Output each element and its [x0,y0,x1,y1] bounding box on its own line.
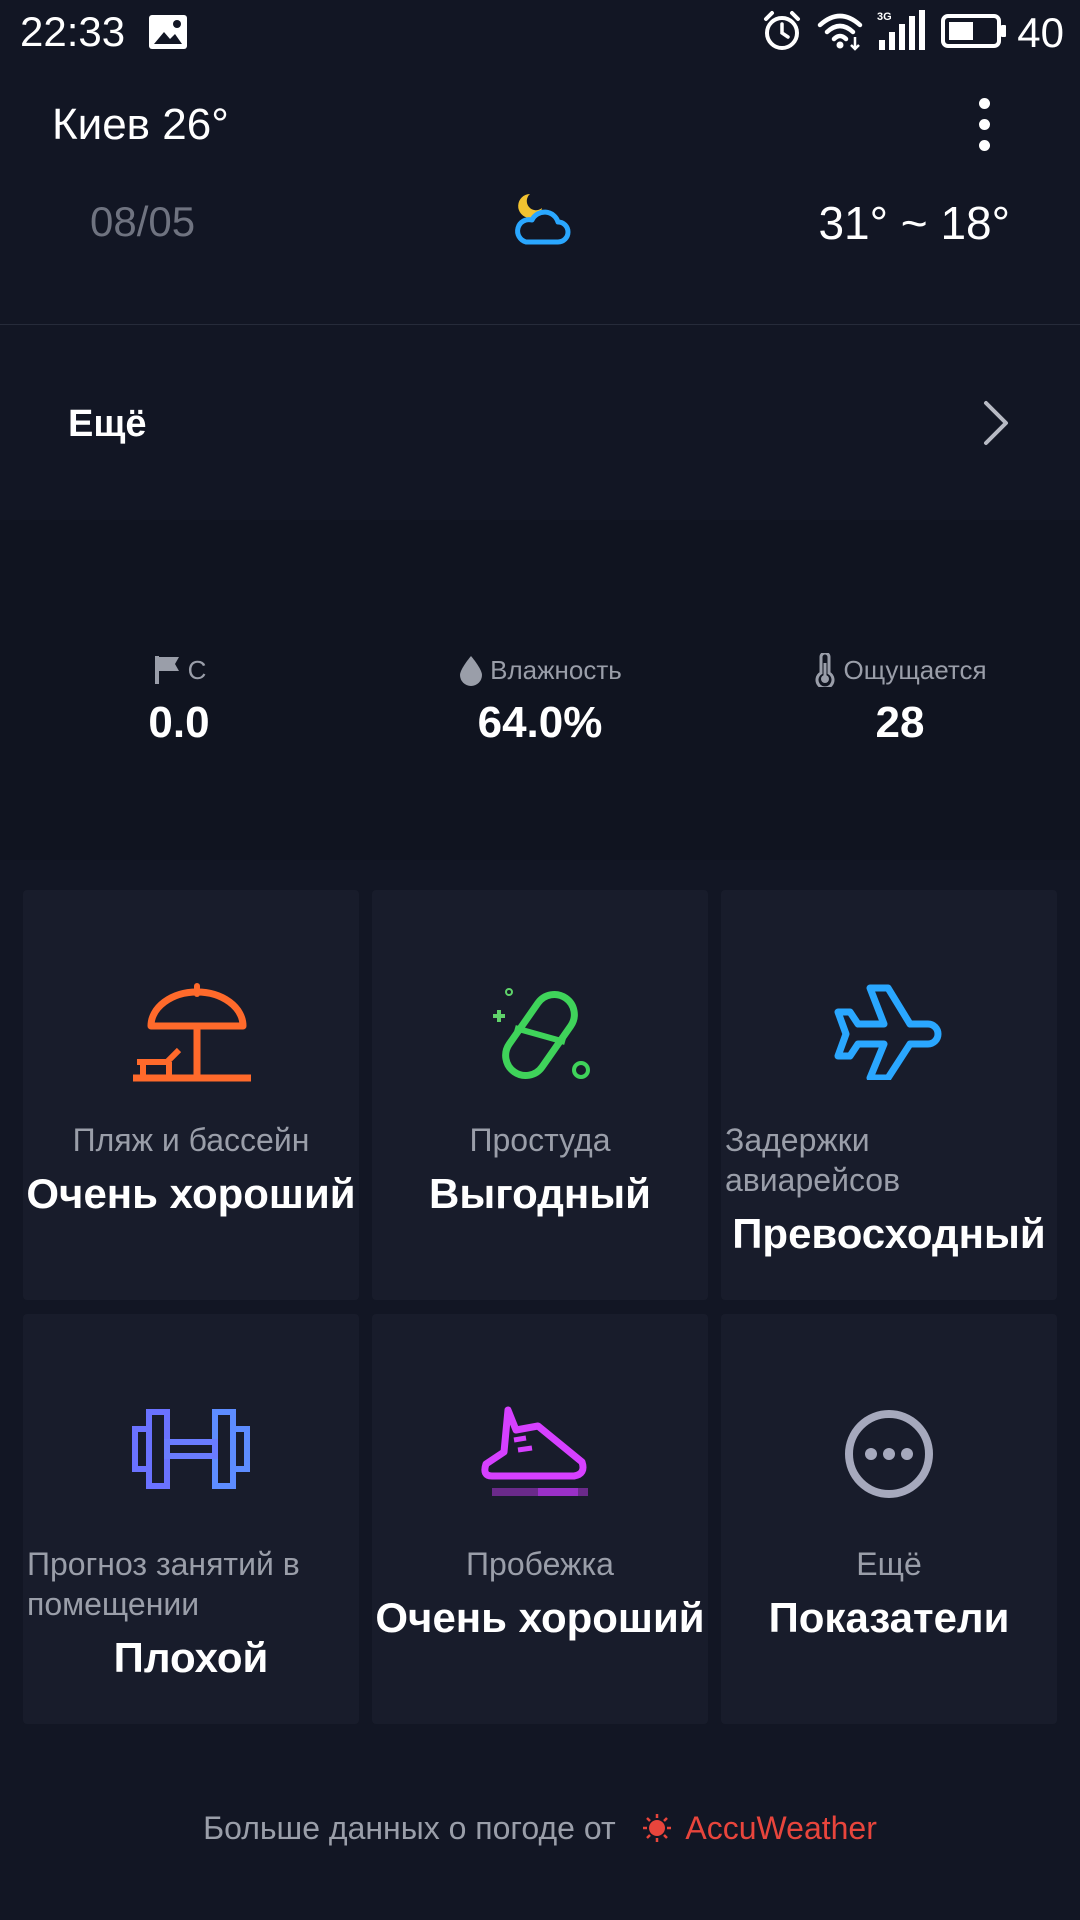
footer-text: Больше данных о погоде от [203,1810,616,1846]
tile-cold[interactable]: Простуда Выгодный [372,890,708,1300]
tile-label: Пробежка [466,1546,614,1582]
tile-running[interactable]: Пробежка Очень хороший [372,1314,708,1724]
tile-flight-delays[interactable]: Задержки авиарейсов Превосходный [721,890,1057,1300]
metric-value: 64.0% [477,698,603,747]
tile-label-line1: Прогноз занятий в [27,1546,300,1582]
metric-label: Ощущается [843,654,987,685]
forecast-temp-range: 31° ~ 18° [818,197,1010,249]
tile-indoor-activity[interactable]: Прогноз занятий в помещении Плохой [23,1314,359,1724]
forecast-date: 08/05 [90,198,196,245]
chevron-right-icon [982,399,1010,452]
airplane-icon [834,984,942,1080]
tile-label-line1: Задержки [725,1122,870,1158]
tile-label-line2: авиарейсов [725,1162,901,1198]
tile-beach-pool[interactable]: Пляж и бассейн Очень хороший [23,890,359,1300]
metric-value: 0.0 [148,698,210,747]
tile-value: Очень хороший [375,1594,705,1641]
wifi-icon [817,11,863,56]
signal-3g-icon: 3G [877,9,927,57]
tile-value: Показатели [768,1594,1010,1641]
more-label: Ещё [68,403,147,445]
footer-attribution[interactable]: Больше данных о погоде от AccuWeather [0,1810,1080,1851]
tile-label: Простуда [469,1122,611,1158]
city-temperature: Киев 26° [52,100,229,149]
accuweather-brand[interactable]: AccuWeather [685,1810,877,1846]
tile-value: Плохой [113,1634,269,1681]
svg-text:3G: 3G [877,11,892,23]
metric-humidity: Влажность 64.0% [380,652,700,748]
kebab-icon[interactable] [972,98,996,158]
flag-icon [154,656,179,684]
gallery-icon [148,14,188,55]
accuweather-sun-icon [642,1813,672,1851]
more-dots-icon [845,1410,933,1498]
metric-label: С [187,654,207,685]
dumbbell-icon [132,1409,250,1489]
metric-wind: С 0.0 [19,652,339,748]
beach-umbrella-icon [133,983,251,1082]
tile-value: Выгодный [429,1170,651,1217]
battery-percent: 40 [1017,9,1064,56]
partly-cloudy-night-icon [508,190,574,255]
alarm-icon [761,10,803,57]
tile-value: Очень хороший [26,1170,356,1217]
battery-icon [941,13,1007,54]
pill-icon [493,988,590,1079]
more-row[interactable]: Ещё [0,325,1080,520]
metric-value: 28 [875,698,925,747]
sneaker-icon [481,1406,588,1496]
tile-more-indicators[interactable]: Ещё Показатели [721,1314,1057,1724]
status-time: 22:33 [20,8,126,55]
thermometer-icon [816,653,835,687]
metric-feels-like: Ощущается 28 [740,652,1060,748]
tile-label: Пляж и бассейн [72,1122,310,1158]
tile-value: Превосходный [732,1210,1046,1257]
status-bar: 22:33 3G 40 [0,0,1080,66]
droplet-icon [460,656,483,686]
tile-label: Ещё [856,1546,922,1582]
forecast-day-row: 08/05 31° ~ 18° [0,190,1080,260]
tile-label-line2: помещении [27,1586,200,1622]
metric-label: Влажность [490,654,622,685]
